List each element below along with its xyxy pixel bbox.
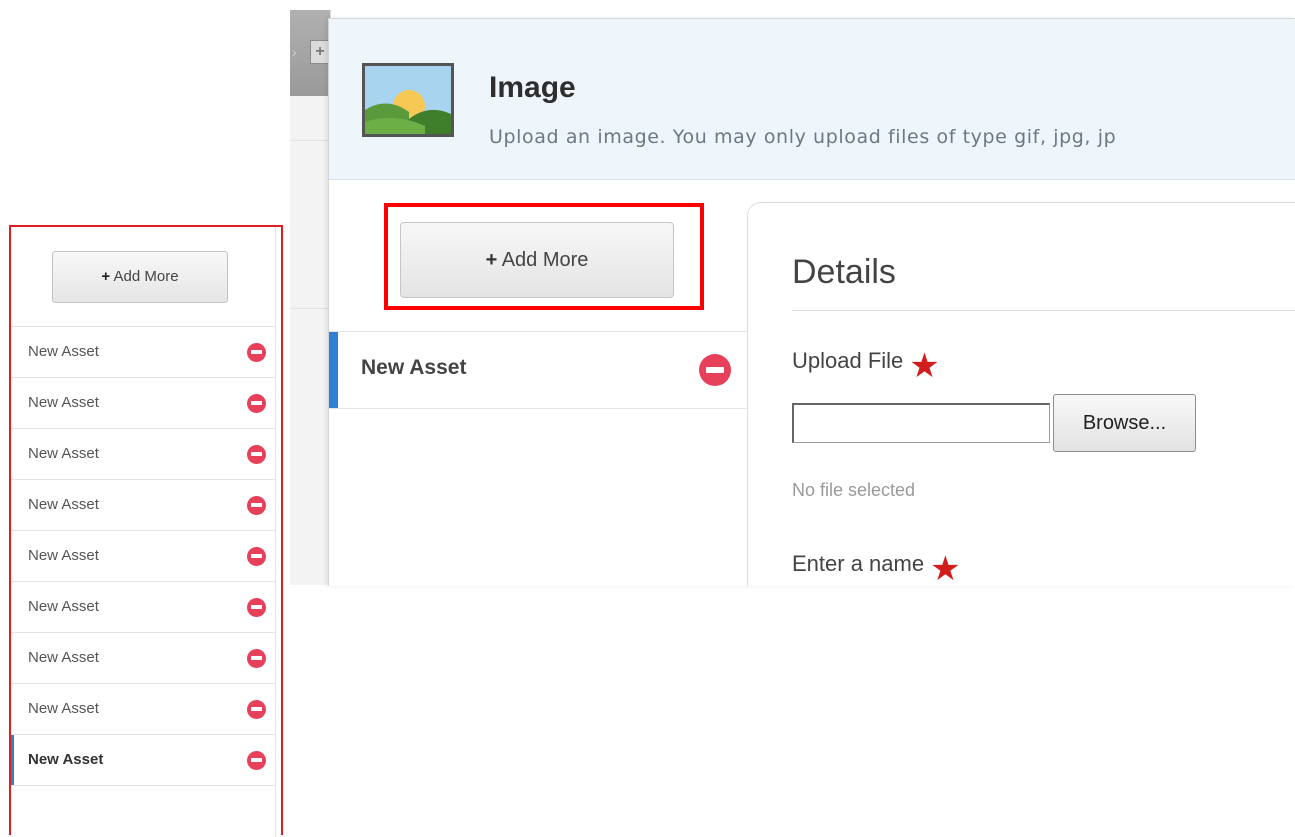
asset-item-label: New Asset — [28, 394, 99, 411]
divider — [275, 227, 276, 837]
divider — [290, 308, 330, 309]
asset-list-panel: + Add More New Asset New Asset New Asset… — [9, 225, 283, 837]
asset-item-label: New Asset — [28, 700, 99, 717]
upload-file-text: Upload File — [792, 348, 904, 373]
remove-circle-icon[interactable] — [247, 394, 266, 413]
asset-item-label: New Asset — [28, 649, 99, 666]
enter-name-label: Enter a name ★ — [792, 549, 961, 586]
upload-file-label: Upload File ★ — [792, 346, 940, 386]
image-upload-dialog: Image Upload an image. You may only uplo… — [328, 18, 1295, 586]
plus-icon: + — [101, 268, 111, 285]
list-item[interactable]: New Asset — [11, 480, 275, 531]
divider — [792, 310, 1295, 311]
remove-circle-icon[interactable] — [247, 598, 266, 617]
chevron-icon: › — [292, 44, 297, 60]
remove-circle-icon[interactable] — [247, 547, 266, 566]
required-star-icon: ★ — [930, 550, 961, 586]
asset-item-label: New Asset — [28, 343, 99, 360]
asset-item-label: New Asset — [28, 445, 99, 462]
divider — [290, 140, 330, 141]
add-more-button[interactable]: + Add More — [52, 251, 228, 303]
details-title: Details — [792, 253, 896, 291]
dialog-title: Image — [489, 71, 576, 104]
plus-icon: + — [485, 249, 498, 271]
remove-circle-icon[interactable] — [247, 445, 266, 464]
asset-item-label: New Asset — [28, 547, 99, 564]
enter-name-text: Enter a name — [792, 551, 925, 576]
list-item[interactable]: New Asset — [11, 684, 275, 735]
remove-circle-icon[interactable] — [247, 649, 266, 668]
remove-circle-icon[interactable] — [699, 354, 731, 386]
list-item[interactable]: New Asset — [11, 378, 275, 429]
required-star-icon: ★ — [909, 347, 940, 385]
list-item[interactable]: New Asset — [11, 531, 275, 582]
remove-circle-icon[interactable] — [247, 343, 266, 362]
list-item[interactable]: New Asset — [11, 633, 275, 684]
dialog-header: Image Upload an image. You may only uplo… — [329, 19, 1295, 180]
image-landscape-icon — [362, 63, 454, 137]
active-indicator — [329, 332, 338, 408]
list-item[interactable]: New Asset — [11, 429, 275, 480]
add-more-label: Add More — [113, 268, 179, 285]
remove-circle-icon[interactable] — [247, 700, 266, 719]
remove-circle-icon[interactable] — [247, 496, 266, 515]
add-more-button[interactable]: + Add More — [400, 222, 674, 298]
background-page-strip: › + — [290, 10, 331, 585]
add-icon: + — [310, 40, 330, 64]
asset-list: New Asset — [329, 331, 747, 409]
file-status-text: No file selected — [792, 480, 916, 500]
asset-list: New Asset New Asset New Asset New Asset … — [11, 326, 275, 786]
active-indicator — [11, 735, 14, 785]
list-item-active[interactable]: New Asset — [11, 735, 275, 786]
add-more-label: Add More — [501, 249, 589, 271]
asset-item-label[interactable]: New Asset — [361, 356, 466, 380]
asset-item-label: New Asset — [28, 598, 99, 615]
asset-item-label: New Asset — [28, 496, 99, 513]
browse-button[interactable]: Browse... — [1053, 394, 1196, 452]
asset-item-label: New Asset — [28, 751, 104, 768]
list-item[interactable]: New Asset — [11, 582, 275, 633]
file-path-input[interactable] — [792, 403, 1050, 443]
remove-circle-icon[interactable] — [247, 751, 266, 770]
list-item[interactable]: New Asset — [11, 327, 275, 378]
dialog-subtitle: Upload an image. You may only upload fil… — [489, 126, 1117, 148]
details-panel: Details Upload File ★ Browse... No file s… — [747, 202, 1295, 586]
